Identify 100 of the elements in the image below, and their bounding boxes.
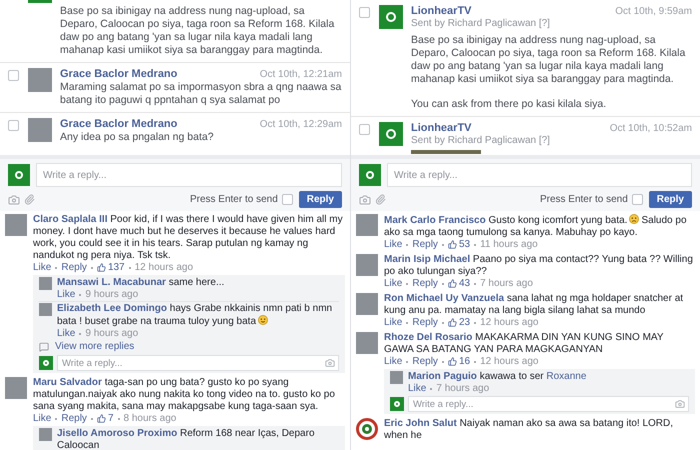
camera-icon[interactable] (675, 399, 685, 409)
thumbs-up-icon (448, 318, 457, 327)
like-count: 7 (108, 413, 114, 424)
comment-text: Rhoze Del Rosario MAKAKARMA DIN YAN KUNG SINO MAY GAWA SA BATANG YAN PARA MAGKAGANYAN (384, 332, 664, 356)
message-time: Oct 10th, 10:52am (610, 122, 692, 135)
thumbs-up-icon (448, 357, 457, 366)
reply-text: Marion Paguio kawawa to ser Roxanne (408, 371, 588, 383)
sender-name[interactable]: Grace Baclor Medrano (60, 68, 178, 81)
reply-text: Jisello Amoroso Proximo Reform 168 near Iças, Deparo Caloocan (57, 428, 316, 450)
like-link[interactable]: Like (384, 239, 402, 250)
reply-field[interactable]: Write a reply... (408, 396, 689, 412)
like-link[interactable]: Like (384, 356, 402, 367)
reply-link[interactable]: Reply (412, 356, 438, 367)
message-text: Base po sa ibinigay na address nung nag-upload, sa Deparo, Caloocan po siya, taga roon sa Reform 168. Kilala daw po ang batang 'yan sa lugar nila kaya madali lang mahanap kasi umiikot siya sa baranggay para magtinda. (411, 34, 686, 86)
page-avatar (359, 164, 381, 186)
camera-icon[interactable] (8, 194, 20, 206)
sender-name[interactable]: LionhearTV (411, 122, 550, 135)
reply-link[interactable]: Reply (61, 262, 87, 273)
commenter-name[interactable]: Marion Paguio (408, 371, 477, 382)
sent-by-text: Sent by Richard Paglicawan [?] (411, 135, 550, 147)
comment-time: 9 hours ago (85, 289, 138, 300)
message-time: Oct 10th, 12:21am (260, 68, 342, 81)
page-avatar (39, 356, 53, 370)
avatar-photo (39, 303, 52, 316)
comment-text: Ron Michael Uy Vanzuela sana lahat ng mga holdaper snatcher at kung anu pa. mamatay na lang bigla silang lahat sa mundo (384, 293, 684, 317)
message-text: Any idea po sa pngalan ng bata? (60, 131, 215, 144)
sender-name[interactable]: LionhearTV (411, 5, 550, 18)
thumbs-up-icon (96, 263, 106, 272)
mention-link[interactable]: Roxanne (546, 371, 586, 382)
like-link[interactable]: Like (33, 413, 52, 424)
thumbs-up-icon (448, 279, 457, 288)
avatar-photo (390, 371, 403, 384)
comment-icon (39, 342, 49, 352)
like-count: 16 (458, 356, 470, 367)
camera-icon[interactable] (325, 358, 335, 368)
enter-to-send-label: Press Enter to send (190, 193, 278, 207)
message-checkbox[interactable] (8, 120, 19, 131)
sent-by-text: Sent by Richard Paglicawan [?] (411, 18, 550, 30)
thumbs-up-icon (448, 240, 457, 249)
message-text: You can ask from there po kasi kilala siya. (411, 98, 608, 111)
message-checkbox[interactable] (359, 7, 370, 18)
like-link[interactable]: Like (33, 262, 52, 273)
reply-link[interactable]: Reply (412, 239, 438, 250)
like-count: 137 (108, 262, 125, 273)
like-link[interactable]: Like (57, 328, 76, 339)
message-time: Oct 10th, 12:29am (260, 118, 342, 131)
comment-time: 12 hours ago (480, 356, 538, 367)
enter-to-send-checkbox[interactable] (282, 194, 293, 205)
like-link[interactable]: Like (384, 317, 402, 328)
commenter-name[interactable]: Rhoze Del Rosario (384, 332, 472, 343)
reply-field[interactable]: Write a reply... (36, 163, 342, 187)
thumbs-up-icon (96, 414, 106, 423)
like-count: 23 (458, 317, 470, 328)
page-avatar (390, 397, 404, 411)
reply-button[interactable]: Reply (298, 191, 342, 208)
sender-name[interactable]: Grace Baclor Medrano (60, 118, 178, 131)
camera-icon[interactable] (359, 194, 371, 206)
page-avatar (8, 164, 30, 186)
comment-time: 8 hours ago (124, 413, 176, 424)
message-text: Base po sa ibinigay na address nung nag-upload, sa Deparo, Caloocan po siya, taga roon sa Reform 168. Kilala daw po ang batang 'yan sa lugar nila kaya madali lang mahanap kasi umiikot siya sa baranggay para magtinda. (60, 5, 336, 57)
commenter-name[interactable]: Eric John Salut (384, 418, 457, 429)
reply-text: Elizabeth Lee Domingo hays Grabe nkkainis nmn pati b nmn bata ! buset grabe na trauma tuloy yung bata (57, 303, 334, 328)
enter-to-send-checkbox[interactable] (632, 194, 643, 205)
comment-time: 11 hours ago (480, 239, 538, 250)
comment-time: 7 hours ago (436, 383, 490, 394)
reply-field[interactable]: Write a reply... (387, 163, 692, 187)
comment-text: Mark Carlo Francisco Gusto kong icomfort yung bata. Saludo po ako sa mga taong tumulong sa kanya. Mabuhay po kayo. (384, 214, 688, 239)
comment-time: 9 hours ago (85, 328, 138, 339)
commenter-name[interactable]: Marin Isip Michael (384, 254, 470, 265)
reply-link[interactable]: Reply (412, 317, 438, 328)
comment-time: 12 hours ago (480, 317, 538, 328)
view-more-replies-link[interactable]: View more replies (55, 341, 134, 353)
like-link[interactable]: Like (408, 383, 426, 394)
avatar-photo (39, 428, 52, 441)
comment-text: Maru Salvador taga-san po ung bata? gusto ko po syang matulungan.naiyak ako nung nakita ko tong video na to. gusto ko po sana syang makita, sana may makapgsabe kung taga-saan sya. (33, 377, 336, 413)
message-text: Maraming salamat po sa impormasyon sbra a qng naawa sa batang ito paguwi q ppntahan q sya salamat po (60, 81, 342, 107)
message-checkbox[interactable] (8, 70, 19, 81)
commenter-name[interactable]: Ron Michael Uy Vanzuela (384, 293, 504, 304)
like-count: 53 (458, 239, 470, 250)
avatar-photo (39, 277, 52, 290)
comment-time: 7 hours ago (480, 278, 533, 289)
commenter-name[interactable]: Claro Saplala III (33, 214, 108, 225)
message-checkbox[interactable] (359, 124, 370, 135)
like-link[interactable]: Like (384, 278, 402, 289)
commenter-name[interactable]: Maru Salvador (33, 377, 102, 388)
commenter-name[interactable]: Elizabeth Lee Domingo (57, 303, 168, 314)
reply-button[interactable]: Reply (648, 191, 692, 208)
comment-text: Marin Isip Michael Paano po siya ma contact?? Yung bata ?? Willing po ako tulungan siya?? (384, 254, 694, 278)
commenter-name[interactable]: Jisello Amoroso Proximo (57, 428, 178, 439)
message-time: Oct 10th, 9:59am (615, 5, 692, 18)
like-count: 43 (458, 278, 470, 289)
reply-text: Mansawi L. Macabunar same here... (57, 277, 226, 289)
like-link[interactable]: Like (57, 289, 76, 300)
commenter-name[interactable]: Mansawi L. Macabunar (57, 277, 166, 288)
reply-link[interactable]: Reply (412, 278, 438, 289)
paperclip-icon[interactable] (375, 194, 386, 205)
paperclip-icon[interactable] (24, 194, 35, 205)
reply-link[interactable]: Reply (61, 413, 87, 424)
commenter-name[interactable]: Mark Carlo Francisco (384, 215, 486, 226)
reply-field[interactable]: Write a reply... (57, 355, 339, 371)
